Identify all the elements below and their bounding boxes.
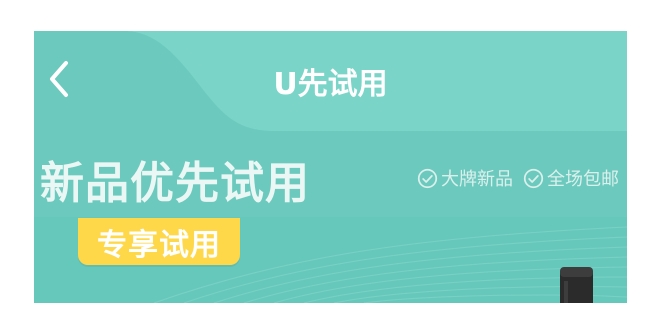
page-title: U先试用 — [273, 67, 388, 102]
check-circle-icon — [417, 168, 438, 188]
benefit-tag: 大牌新品 — [417, 165, 513, 191]
benefit-tag-label: 全场包邮 — [547, 169, 619, 190]
benefit-tags: 大牌新品 全场包邮 — [417, 165, 619, 191]
navigation-header: U先试用 — [34, 31, 627, 127]
benefit-tag: 全场包邮 — [523, 165, 619, 191]
trial-banner-frame: U先试用 新品优先试用 大牌新品 全场包邮 专享试用 — [34, 31, 627, 303]
product-bottle-image — [560, 267, 593, 303]
check-circle-icon — [523, 168, 544, 188]
benefit-tag-label: 大牌新品 — [441, 169, 513, 190]
exclusive-trial-badge[interactable]: 专享试用 — [78, 218, 240, 265]
hero-headline: 新品优先试用 — [40, 158, 310, 209]
